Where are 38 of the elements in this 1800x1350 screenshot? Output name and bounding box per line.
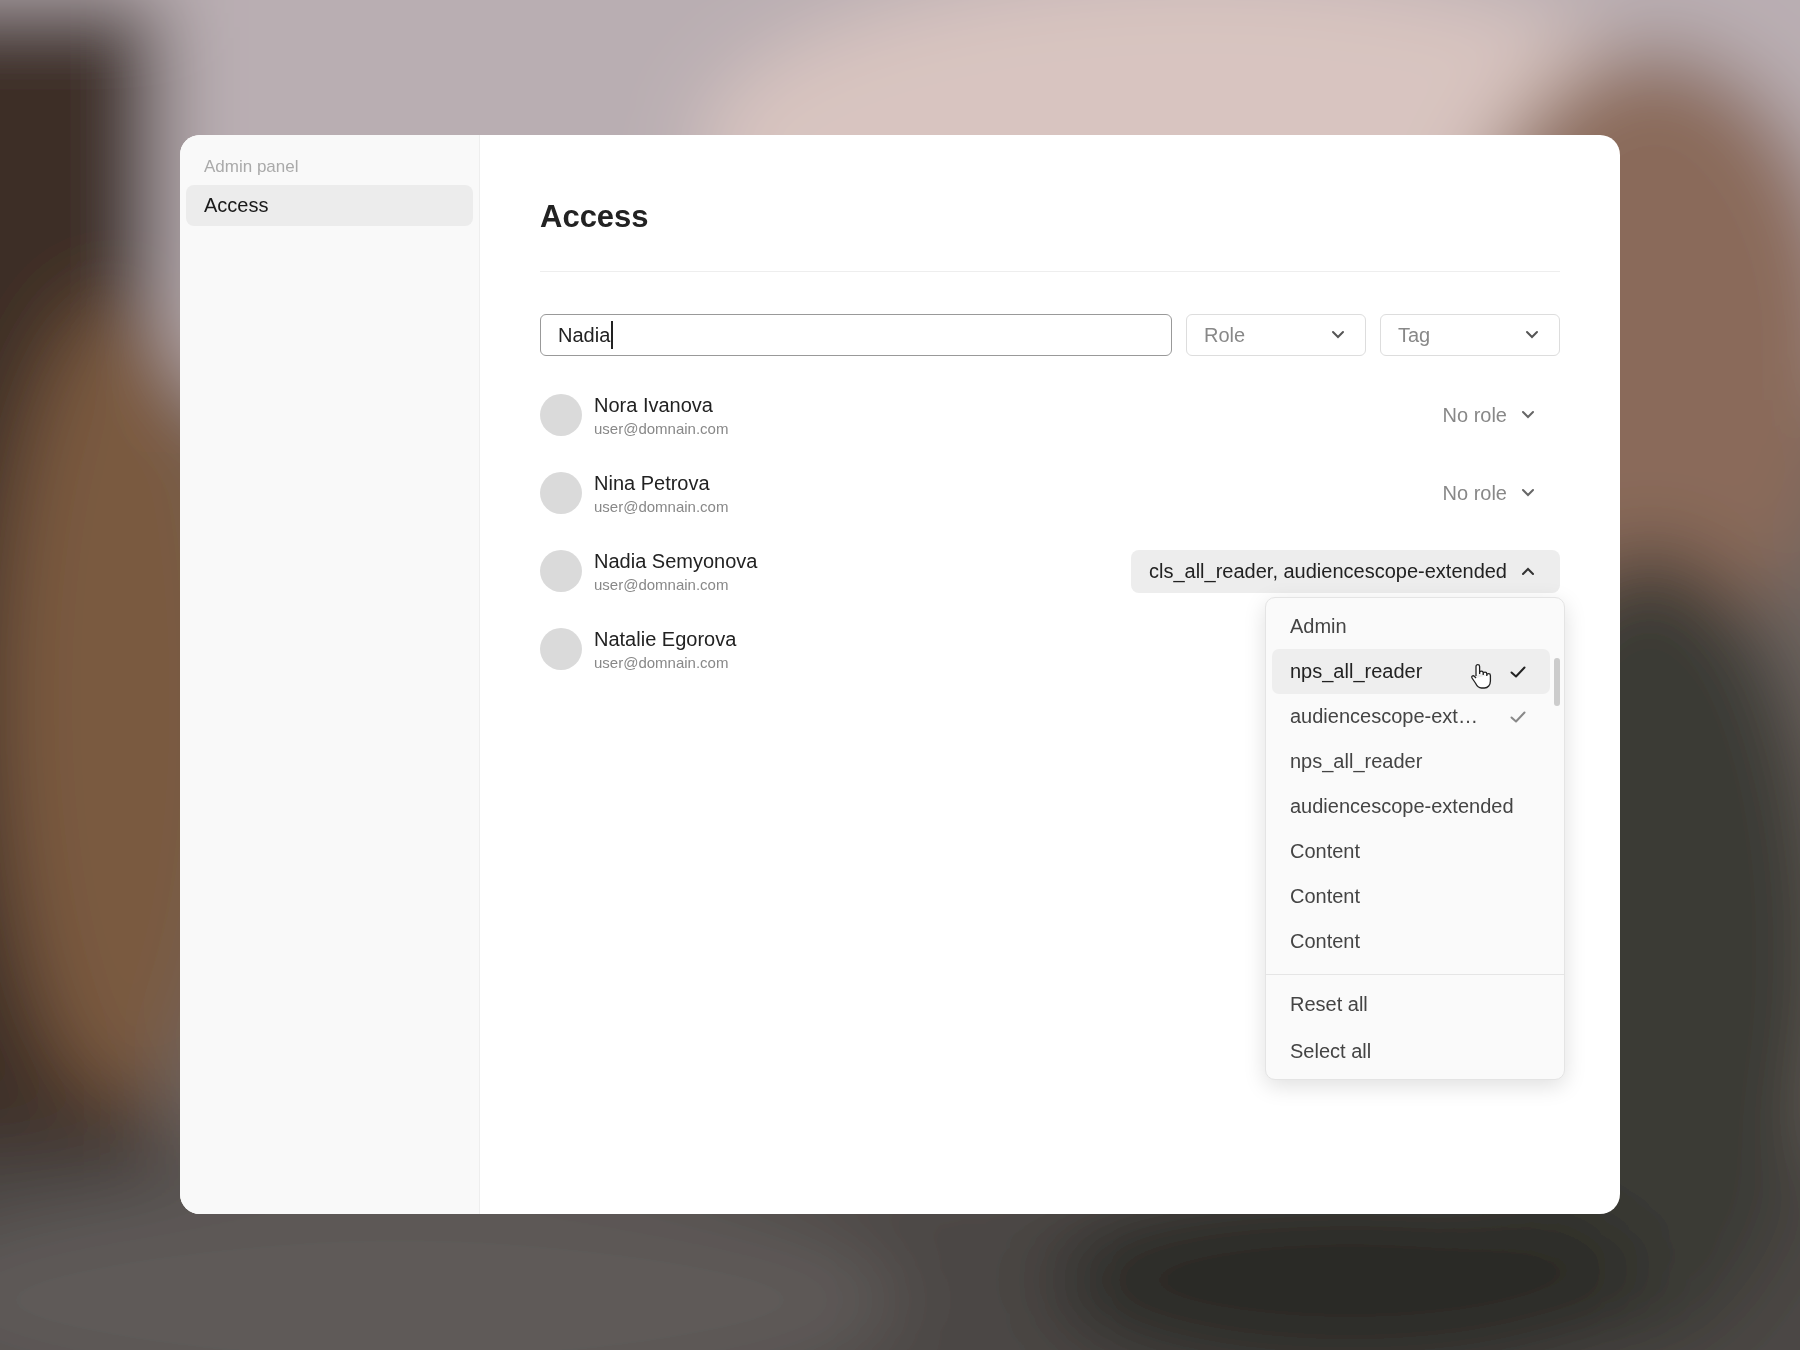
avatar <box>540 628 582 670</box>
filter-dropdown[interactable]: Tag <box>1380 314 1560 356</box>
menu-option[interactable]: audiencescope-extended <box>1272 784 1550 829</box>
menu-action[interactable]: Select all <box>1272 1028 1558 1075</box>
menu-option[interactable]: Content <box>1272 829 1550 874</box>
menu-option[interactable]: nps_all_reader <box>1272 649 1550 694</box>
filter-dropdown[interactable]: Role <box>1186 314 1366 356</box>
sidebar-item[interactable]: Access <box>186 185 473 226</box>
role-dropdown[interactable]: No role <box>1424 471 1560 515</box>
chevron-down-icon <box>1525 330 1539 340</box>
user-name: Nora Ivanova <box>594 393 714 417</box>
sidebar-heading: Admin panel <box>203 157 300 177</box>
chevron-down-icon <box>1521 488 1535 498</box>
menu-action[interactable]: Reset all <box>1272 981 1558 1028</box>
user-email: user@domnain.com <box>594 419 730 437</box>
role-dropdown[interactable]: No role <box>1424 393 1560 437</box>
chevron-down-icon <box>1331 330 1345 340</box>
search-field[interactable]: Nadia <box>540 314 1172 356</box>
hand-cursor-icon <box>1470 663 1492 689</box>
chevron-up-icon <box>1521 566 1535 576</box>
user-name: Natalie Egorova <box>594 627 738 651</box>
menu-option[interactable]: audiencescope-ext… <box>1272 694 1550 739</box>
user-name: Nadia Semyonova <box>594 549 759 573</box>
menu-option[interactable]: Content <box>1272 919 1550 964</box>
menu-option[interactable]: nps_all_reader <box>1272 739 1550 784</box>
user-email: user@domnain.com <box>594 575 730 593</box>
user-email: user@domnain.com <box>594 497 730 515</box>
user-email: user@domnain.com <box>594 653 730 671</box>
avatar <box>540 394 582 436</box>
avatar <box>540 472 582 514</box>
chevron-down-icon <box>1521 410 1535 420</box>
scrollbar[interactable] <box>1554 658 1560 706</box>
menu-option[interactable]: Content <box>1272 874 1550 919</box>
page-title: Access <box>540 199 650 235</box>
user-name: Nina Petrova <box>594 471 711 495</box>
avatar <box>540 550 582 592</box>
role-dropdown[interactable]: cls_all_reader, audiencescope-extended <box>1130 549 1560 593</box>
menu-option[interactable]: Admin <box>1272 604 1550 649</box>
